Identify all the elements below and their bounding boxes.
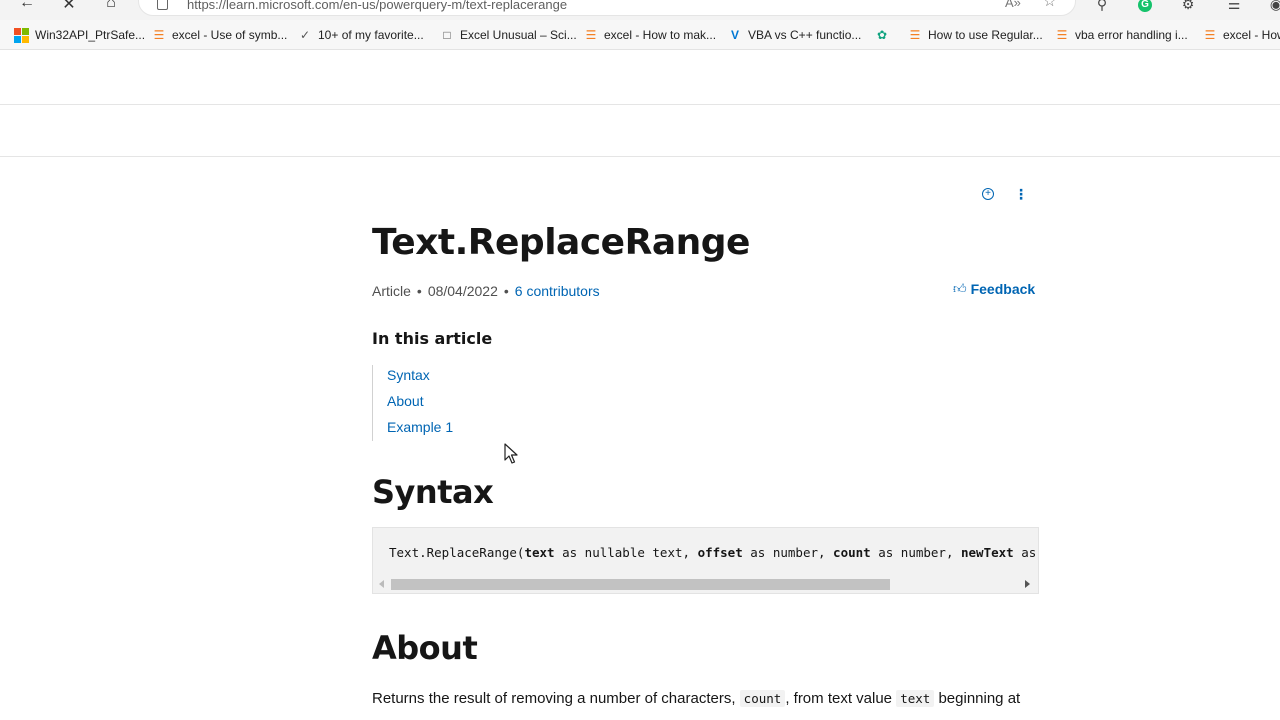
scroll-left-arrow-icon[interactable] <box>379 580 384 588</box>
bookmark-label: Excel Unusual – Sci... <box>460 28 577 42</box>
home-icon[interactable]: ⌂ <box>101 0 121 14</box>
back-icon[interactable]: ← <box>17 0 37 14</box>
bookmark-item[interactable]: ✓ 10+ of my favorite... <box>298 27 424 43</box>
read-aloud-icon[interactable]: A» <box>1005 0 1021 10</box>
document-icon: □ <box>443 28 451 42</box>
link-icon: ✓ <box>299 28 311 42</box>
feedback-label: Feedback <box>970 281 1036 297</box>
header-divider <box>0 156 1280 157</box>
meta-separator: • <box>416 283 422 299</box>
stackoverflow-icon: ☰ <box>1204 28 1216 42</box>
collections-icon[interactable]: ◉ <box>1267 0 1280 14</box>
bookmark-item[interactable]: ☰ How to use Regular... <box>908 27 1043 43</box>
bookmark-label: VBA vs C++ functio... <box>748 28 862 42</box>
favorites-icon[interactable]: ☰ <box>1225 0 1243 14</box>
bookmarks-bar: Win32API_PtrSafe... ☰ excel - Use of sym… <box>0 20 1280 50</box>
bookmark-item[interactable]: ☰ excel - How to mak... <box>584 27 716 43</box>
bookmark-label: How to use Regular... <box>928 28 1043 42</box>
search-icon[interactable]: ⚲ <box>1093 0 1111 14</box>
bookmark-item[interactable]: ☰ vba error handling i... <box>1055 27 1188 43</box>
header-divider <box>0 104 1280 105</box>
stackoverflow-icon: ☰ <box>585 28 597 42</box>
page-title: Text.ReplaceRange <box>372 222 750 263</box>
chatgpt-icon: ✿ <box>876 28 888 42</box>
page-info-icon[interactable] <box>157 0 168 10</box>
scrollbar-thumb[interactable] <box>391 579 890 590</box>
stackoverflow-icon: ☰ <box>909 28 921 42</box>
article-date: 08/04/2022 <box>427 283 498 299</box>
bookmark-item[interactable]: Win32API_PtrSafe... <box>14 27 145 43</box>
syntax-heading: Syntax <box>372 473 494 511</box>
microsoft-icon <box>14 27 29 43</box>
favorite-star-icon[interactable]: ☆ <box>1043 0 1056 10</box>
bookmark-label: Win32API_PtrSafe... <box>35 28 146 42</box>
bookmark-label: excel - How to mak... <box>604 28 717 42</box>
grammarly-icon[interactable]: G <box>1138 0 1152 12</box>
add-to-collection-icon[interactable]: + <box>982 188 994 200</box>
bookmark-item[interactable]: ✿ <box>875 27 889 43</box>
feedback-button[interactable]: 👍︎ Feedback <box>953 281 1035 297</box>
v-icon: V <box>730 28 739 42</box>
mouse-cursor-icon <box>504 443 518 464</box>
bookmark-item[interactable]: □ Excel Unusual – Sci... <box>440 27 577 43</box>
bookmark-item[interactable]: ☰ excel - Use of symb... <box>152 27 288 43</box>
contributors-link[interactable]: 6 contributors <box>515 283 600 299</box>
toc-link-syntax[interactable]: Syntax <box>387 367 430 383</box>
browser-toolbar: ← ✕ ⌂ https://learn.microsoft.com/en-us/… <box>0 0 1280 20</box>
bookmark-item[interactable]: ☰ excel - How <box>1203 27 1280 43</box>
extensions-icon[interactable]: ⚙ <box>1179 0 1197 14</box>
bookmark-label: excel - Use of symb... <box>172 28 288 42</box>
bookmark-label: vba error handling i... <box>1075 28 1188 42</box>
stop-loading-icon[interactable]: ✕ <box>59 0 79 14</box>
horizontal-scrollbar[interactable] <box>377 578 1036 590</box>
about-heading: About <box>372 629 478 667</box>
toc-link-example-1[interactable]: Example 1 <box>387 419 453 435</box>
address-bar[interactable]: https://learn.microsoft.com/en-us/powerq… <box>138 0 1076 16</box>
stackoverflow-icon: ☰ <box>1056 28 1068 42</box>
thumbs-up-icon: 👍︎ <box>953 281 967 296</box>
about-paragraph: Returns the result of removing a number … <box>372 690 1021 707</box>
stackoverflow-icon: ☰ <box>153 28 165 42</box>
article-meta: Article • 08/04/2022 • 6 contributors <box>372 283 600 299</box>
address-url[interactable]: https://learn.microsoft.com/en-us/powerq… <box>187 0 567 12</box>
more-options-icon[interactable]: ⋮ <box>1014 186 1028 202</box>
bookmark-label: 10+ of my favorite... <box>318 28 424 42</box>
table-of-contents: Syntax About Example 1 <box>372 365 453 441</box>
syntax-code: Text.ReplaceRange(text as nullable text,… <box>389 545 1038 560</box>
meta-separator: • <box>503 283 509 299</box>
article-type: Article <box>372 283 411 299</box>
toc-link-about[interactable]: About <box>387 393 424 409</box>
scroll-right-arrow-icon[interactable] <box>1025 580 1030 588</box>
toc-heading: In this article <box>372 329 493 348</box>
syntax-code-block[interactable]: Text.ReplaceRange(text as nullable text,… <box>372 527 1039 594</box>
bookmark-label: excel - How <box>1223 28 1280 42</box>
bookmark-item[interactable]: V VBA vs C++ functio... <box>728 27 861 43</box>
